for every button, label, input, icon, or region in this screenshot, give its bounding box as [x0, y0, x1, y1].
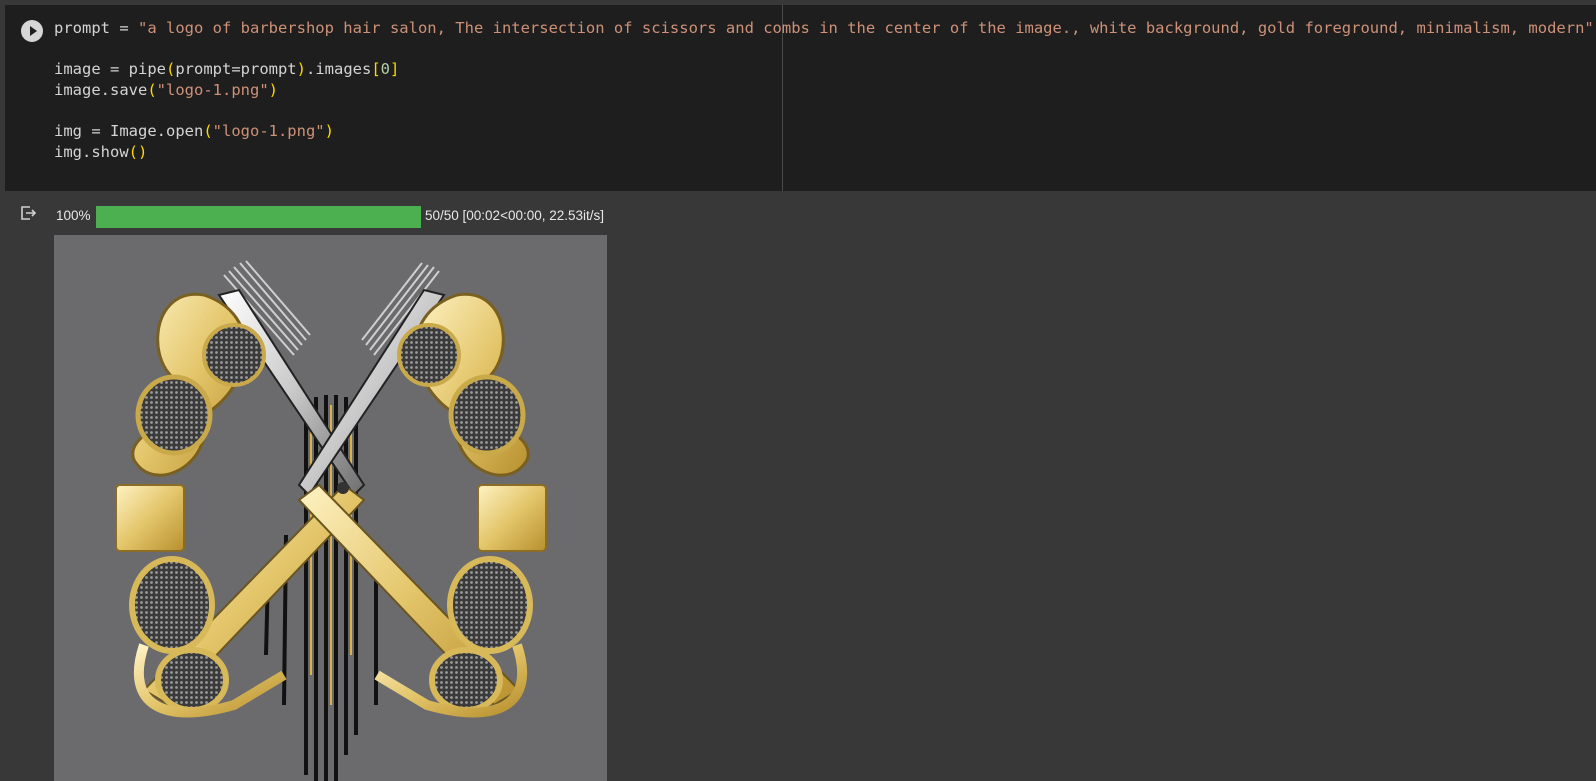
- code-token: prompt=prompt: [175, 60, 297, 79]
- play-icon: [30, 26, 37, 36]
- code-token: (): [128, 142, 148, 161]
- output-arrow-icon[interactable]: [20, 205, 36, 221]
- code-line[interactable]: [54, 39, 1594, 60]
- run-cell-button[interactable]: [21, 20, 43, 42]
- code-line[interactable]: image = pipe(prompt=prompt).images[0]: [54, 59, 1594, 80]
- code-token: img = Image.open: [54, 121, 204, 140]
- progress-bar: [96, 206, 421, 228]
- code-token: .images: [306, 60, 372, 79]
- code-line[interactable]: img = Image.open("logo-1.png"): [54, 121, 1594, 142]
- code-token: (: [147, 80, 157, 99]
- progress-bar-fill: [96, 206, 421, 228]
- code-token: image = pipe: [54, 60, 166, 79]
- code-line[interactable]: image.save("logo-1.png"): [54, 80, 1594, 101]
- code-line[interactable]: prompt = "a logo of barbershop hair salo…: [54, 18, 1594, 39]
- code-line[interactable]: img.show(): [54, 142, 1594, 163]
- code-token: img.show: [54, 142, 129, 161]
- progress-percent: 100%: [56, 208, 91, 223]
- code-token: ): [296, 60, 306, 79]
- code-token: [: [371, 60, 381, 79]
- code-token: ): [268, 80, 278, 99]
- code-token: ): [324, 121, 334, 140]
- code-token: "logo-1.png": [212, 121, 325, 140]
- code-token: "a logo of barbershop hair salon, The in…: [138, 19, 1594, 37]
- code-token: prompt =: [54, 19, 138, 37]
- code-token: (: [203, 121, 213, 140]
- code-token: image.save: [54, 80, 148, 99]
- code-token: ]: [390, 60, 400, 79]
- code-token: "logo-1.png": [156, 80, 269, 99]
- code-token: (: [165, 60, 176, 79]
- code-token: 0: [380, 60, 391, 79]
- progress-status: 50/50 [00:02<00:00, 22.53it/s]: [425, 208, 605, 223]
- generated-logo-image: [54, 235, 607, 781]
- code-line[interactable]: [54, 100, 1594, 121]
- code-editor[interactable]: prompt = "a logo of barbershop hair salo…: [54, 18, 1594, 162]
- code-cell[interactable]: prompt = "a logo of barbershop hair salo…: [5, 5, 1596, 191]
